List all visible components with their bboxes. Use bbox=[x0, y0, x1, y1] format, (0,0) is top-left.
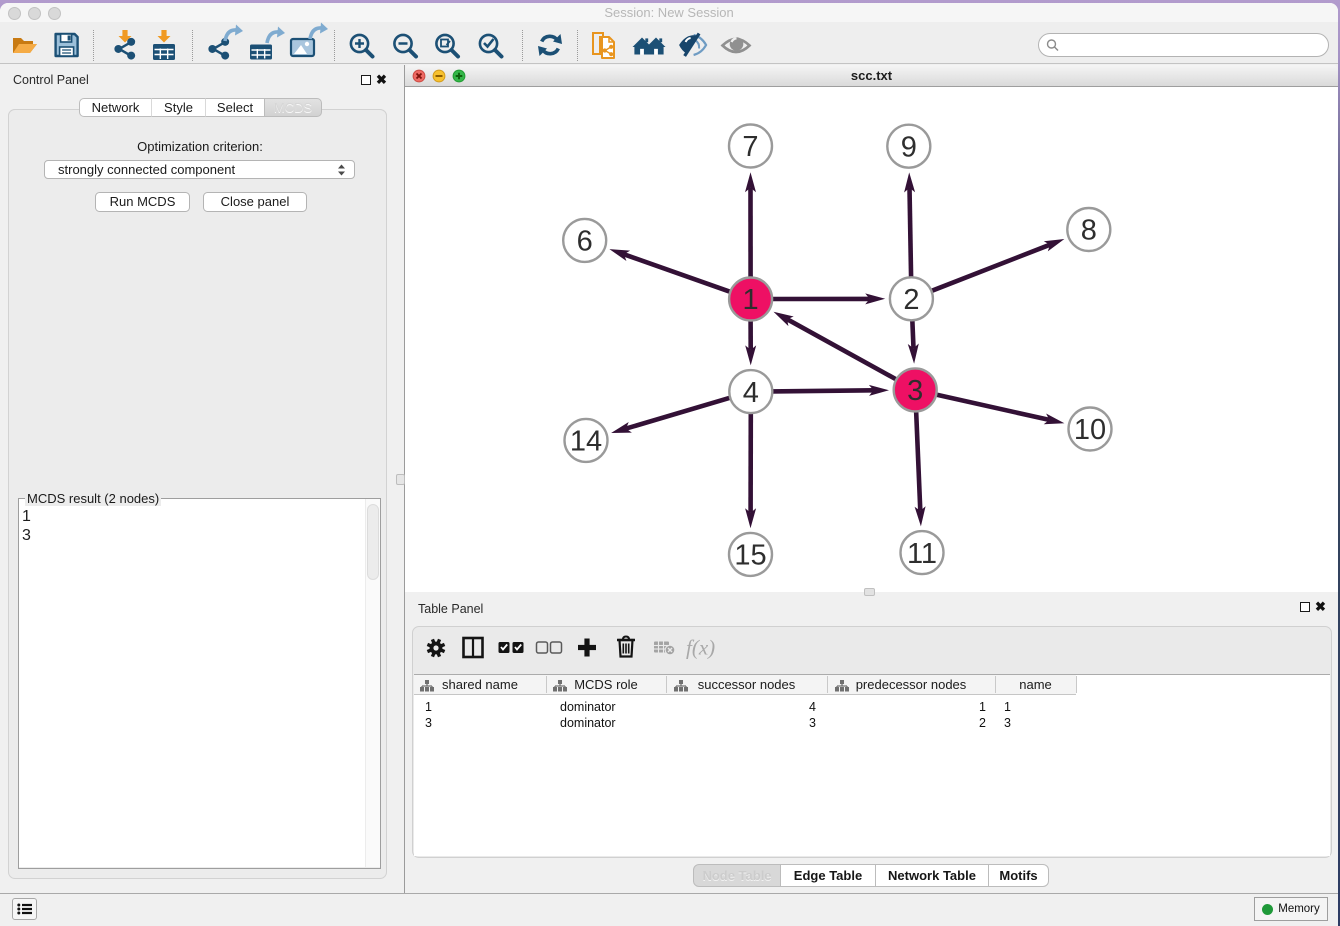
svg-text:f(x): f(x) bbox=[686, 636, 715, 660]
svg-text:2: 2 bbox=[903, 284, 919, 316]
svg-text:8: 8 bbox=[1081, 215, 1097, 247]
svg-text:9: 9 bbox=[901, 131, 917, 163]
svg-text:14: 14 bbox=[570, 426, 602, 458]
svg-text:15: 15 bbox=[734, 540, 766, 572]
svg-text:11: 11 bbox=[907, 538, 937, 570]
svg-text:6: 6 bbox=[577, 226, 593, 258]
svg-text:1: 1 bbox=[743, 284, 759, 316]
svg-text:3: 3 bbox=[907, 375, 923, 407]
svg-text:10: 10 bbox=[1074, 414, 1106, 446]
svg-text:7: 7 bbox=[742, 131, 758, 163]
svg-text:4: 4 bbox=[743, 377, 759, 409]
